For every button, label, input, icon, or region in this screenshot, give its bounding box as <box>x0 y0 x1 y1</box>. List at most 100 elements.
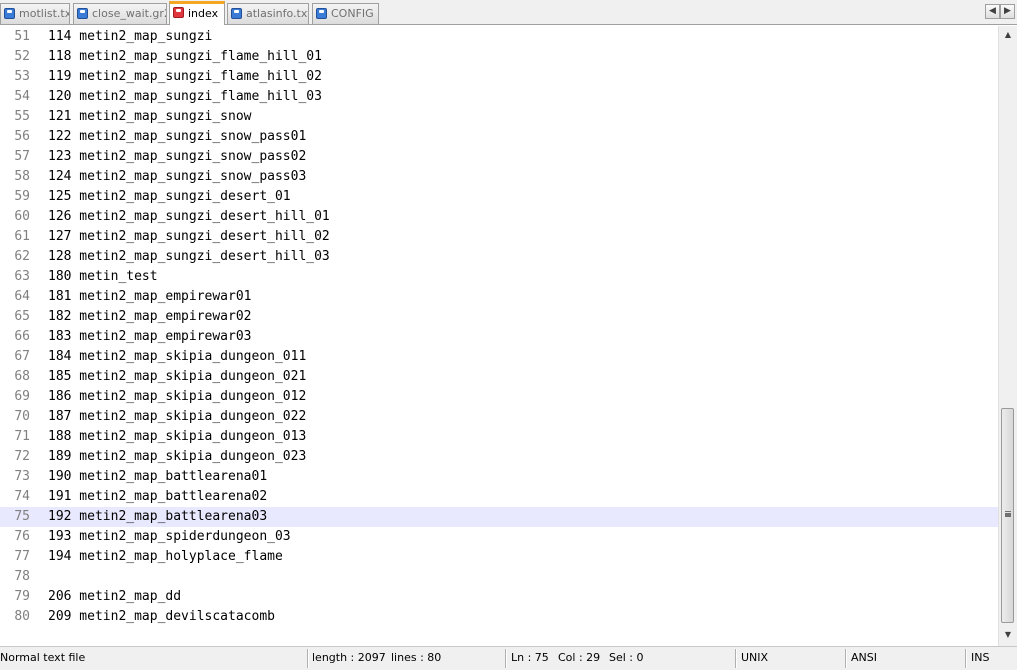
editor-line[interactable]: 70 187 metin2_map_skipia_dungeon_022 <box>0 407 998 427</box>
editor-line[interactable]: 64 181 metin2_map_empirewar01 <box>0 287 998 307</box>
tab-close-wait[interactable]: close_wait.gr2 <box>73 3 167 24</box>
grip-icon <box>1005 511 1011 514</box>
line-text: 190 metin2_map_battlearena01 <box>48 469 268 484</box>
line-text: 183 metin2_map_empirewar03 <box>48 329 252 344</box>
editor-line[interactable]: 61 127 metin2_map_sungzi_desert_hill_02 <box>0 227 998 247</box>
line-number: 71 <box>14 429 30 444</box>
status-encoding: ANSI <box>851 651 877 664</box>
editor-line[interactable]: 56 122 metin2_map_sungzi_snow_pass01 <box>0 127 998 147</box>
status-divider <box>307 649 308 668</box>
line-text: 181 metin2_map_empirewar01 <box>48 289 252 304</box>
line-text: 186 metin2_map_skipia_dungeon_012 <box>48 389 307 404</box>
editor-line[interactable]: 60 126 metin2_map_sungzi_desert_hill_01 <box>0 207 998 227</box>
status-insert-mode: INS <box>971 651 990 664</box>
status-file-type: Normal text file <box>0 651 86 664</box>
status-divider <box>965 649 966 668</box>
line-number: 79 <box>14 589 30 604</box>
line-number: 55 <box>14 109 30 124</box>
editor-line[interactable]: 69 186 metin2_map_skipia_dungeon_012 <box>0 387 998 407</box>
tab-scroll-left-button[interactable]: ◀ <box>985 4 1000 19</box>
status-divider <box>845 649 846 668</box>
editor-line[interactable]: 53 119 metin2_map_sungzi_flame_hill_02 <box>0 67 998 87</box>
tab-motlist[interactable]: motlist.txt <box>0 3 70 24</box>
line-number: 64 <box>14 289 30 304</box>
line-text: 194 metin2_map_holyplace_flame <box>48 549 283 564</box>
text-editor[interactable]: 51 114 metin2_map_sungzi 52 118 metin2_map_… <box>0 26 998 646</box>
editor-line[interactable]: 51 114 metin2_map_sungzi <box>0 27 998 47</box>
editor-line[interactable]: 72 189 metin2_map_skipia_dungeon_023 <box>0 447 998 467</box>
line-text: 193 metin2_map_spiderdungeon_03 <box>48 529 291 544</box>
editor-line[interactable]: 68 185 metin2_map_skipia_dungeon_021 <box>0 367 998 387</box>
saved-file-icon <box>231 8 242 19</box>
current-line[interactable]: 75 192 metin2_map_battlearena03 <box>0 507 998 527</box>
line-number: 54 <box>14 89 30 104</box>
status-selection: Sel : 0 <box>609 651 644 664</box>
line-text: 114 metin2_map_sungzi <box>48 29 213 44</box>
saved-file-icon <box>316 8 327 19</box>
scroll-down-arrow-icon[interactable]: ▼ <box>999 626 1017 643</box>
line-text: 187 metin2_map_skipia_dungeon_022 <box>48 409 307 424</box>
line-text: 127 metin2_map_sungzi_desert_hill_02 <box>48 229 330 244</box>
editor-line[interactable]: 71 188 metin2_map_skipia_dungeon_013 <box>0 427 998 447</box>
editor-line[interactable]: 58 124 metin2_map_sungzi_snow_pass03 <box>0 167 998 187</box>
tab-atlasinfo[interactable]: atlasinfo.txt <box>227 3 309 24</box>
editor-line[interactable]: 63 180 metin_test <box>0 267 998 287</box>
scroll-up-arrow-icon[interactable]: ▲ <box>999 26 1017 43</box>
line-text: 191 metin2_map_battlearena02 <box>48 489 268 504</box>
line-number: 68 <box>14 369 30 384</box>
line-number: 60 <box>14 209 30 224</box>
saved-file-icon <box>77 8 88 19</box>
editor-line[interactable]: 73 190 metin2_map_battlearena01 <box>0 467 998 487</box>
line-number: 78 <box>14 569 30 584</box>
tab-index[interactable]: index <box>169 1 225 25</box>
line-number: 65 <box>14 309 30 324</box>
line-text: 118 metin2_map_sungzi_flame_hill_01 <box>48 49 322 64</box>
editor-line[interactable]: 55 121 metin2_map_sungzi_snow <box>0 107 998 127</box>
editor-line[interactable]: 76 193 metin2_map_spiderdungeon_03 <box>0 527 998 547</box>
status-length: length : 2097 <box>312 651 386 664</box>
editor-line[interactable]: 67 184 metin2_map_skipia_dungeon_011 <box>0 347 998 367</box>
editor-line[interactable]: 54 120 metin2_map_sungzi_flame_hill_03 <box>0 87 998 107</box>
editor-line[interactable]: 79 206 metin2_map_dd <box>0 587 998 607</box>
status-eol-format: UNIX <box>741 651 769 664</box>
editor-line[interactable]: 74 191 metin2_map_battlearena02 <box>0 487 998 507</box>
status-line-position: Ln : 75 <box>511 651 549 664</box>
editor-line[interactable]: 66 183 metin2_map_empirewar03 <box>0 327 998 347</box>
editor-line[interactable]: 57 123 metin2_map_sungzi_snow_pass02 <box>0 147 998 167</box>
line-number: 77 <box>14 549 30 564</box>
tab-label: index <box>188 7 219 20</box>
editor-line[interactable]: 59 125 metin2_map_sungzi_desert_01 <box>0 187 998 207</box>
line-number: 80 <box>14 609 30 624</box>
tab-label: atlasinfo.txt <box>246 7 309 20</box>
editor-line[interactable]: 77 194 metin2_map_holyplace_flame <box>0 547 998 567</box>
unsaved-file-icon <box>173 7 184 18</box>
vertical-scrollbar[interactable]: ▲ ▼ <box>998 26 1017 646</box>
tab-config[interactable]: CONFIG <box>312 3 379 24</box>
editor-line[interactable]: 65 182 metin2_map_empirewar02 <box>0 307 998 327</box>
status-bar: Normal text file length : 2097 lines : 8… <box>0 646 1017 670</box>
line-text: 125 metin2_map_sungzi_desert_01 <box>48 189 291 204</box>
tab-label: motlist.txt <box>19 7 70 20</box>
line-number: 62 <box>14 249 30 264</box>
line-text: 126 metin2_map_sungzi_desert_hill_01 <box>48 209 330 224</box>
editor-line[interactable]: 80 209 metin2_map_devilscatacomb <box>0 607 998 627</box>
editor-line[interactable]: 62 128 metin2_map_sungzi_desert_hill_03 <box>0 247 998 267</box>
status-divider <box>735 649 736 668</box>
line-number: 59 <box>14 189 30 204</box>
editor-line[interactable]: 78 <box>0 567 998 587</box>
scrollbar-thumb[interactable] <box>1001 408 1014 623</box>
line-text: 120 metin2_map_sungzi_flame_hill_03 <box>48 89 322 104</box>
line-text: 124 metin2_map_sungzi_snow_pass03 <box>48 169 307 184</box>
line-text: 128 metin2_map_sungzi_desert_hill_03 <box>48 249 330 264</box>
line-text: 192 metin2_map_battlearena03 <box>48 509 268 524</box>
line-number: 58 <box>14 169 30 184</box>
line-text: 209 metin2_map_devilscatacomb <box>48 609 275 624</box>
line-number: 57 <box>14 149 30 164</box>
line-text: 182 metin2_map_empirewar02 <box>48 309 252 324</box>
line-number: 67 <box>14 349 30 364</box>
tab-scroll-right-button[interactable]: ▶ <box>1000 4 1015 19</box>
line-number: 66 <box>14 329 30 344</box>
tab-label: close_wait.gr2 <box>92 7 167 20</box>
editor-line[interactable]: 52 118 metin2_map_sungzi_flame_hill_01 <box>0 47 998 67</box>
line-text: 206 metin2_map_dd <box>48 589 182 604</box>
